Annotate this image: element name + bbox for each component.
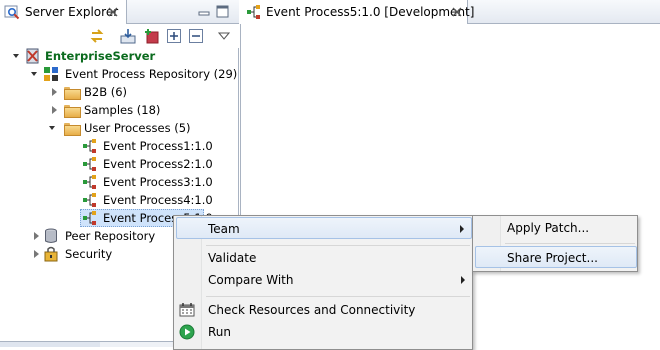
context-menu: Team Validate Compare With Check Resourc… (173, 215, 473, 350)
menu-item-label: Apply Patch... (507, 221, 590, 235)
menu-item-label: Compare With (208, 273, 294, 287)
menu-item-label: Validate (208, 251, 257, 265)
menu-item-compare-with[interactable]: Compare With (176, 269, 472, 291)
enterprise-server-label: EnterpriseServer (45, 49, 156, 63)
menu-item-label: Team (208, 222, 240, 236)
peer-repository-icon (45, 228, 57, 243)
event-process-icon (83, 175, 96, 189)
view-menu-icon[interactable] (218, 31, 230, 41)
submenu-arrow-icon (460, 225, 464, 233)
folder-icon (64, 105, 81, 118)
security-label: Security (65, 247, 113, 261)
event-process-icon (83, 193, 96, 207)
menu-item-label: Run (208, 325, 232, 339)
menu-item-check-resources[interactable]: Check Resources and Connectivity (176, 299, 472, 321)
menu-item-apply-patch[interactable]: Apply Patch... (475, 217, 637, 239)
expand-toggle-icon[interactable] (32, 245, 40, 263)
tab-event-process-editor[interactable]: Event Process5:1.0 [Development] (240, 0, 474, 24)
tree-item-event-process-2[interactable]: Event Process2:1.0 (0, 155, 239, 173)
expand-toggle-icon[interactable] (50, 101, 58, 119)
sync-icon[interactable] (89, 28, 105, 44)
tree-item-event-process-repository[interactable]: Event Process Repository (29) (0, 65, 239, 83)
expand-toggle-icon[interactable] (32, 227, 40, 245)
expand-toggle-icon[interactable] (12, 47, 20, 65)
tree-item-security[interactable]: Security (0, 245, 173, 263)
folder-icon (64, 123, 81, 136)
server-explorer-icon (4, 5, 20, 20)
event-process-icon (83, 157, 96, 171)
menu-separator (206, 245, 470, 246)
process-label: Event Process3:1.0 (103, 175, 213, 189)
expand-all-icon[interactable] (167, 29, 181, 43)
peer-repository-label: Peer Repository (65, 229, 156, 243)
menu-separator (206, 296, 470, 297)
team-submenu: Apply Patch... Share Project... (472, 215, 638, 272)
tab-server-explorer-label: Server Explorer (25, 5, 119, 19)
import-icon[interactable] (120, 28, 136, 44)
menu-item-run[interactable]: Run (176, 321, 472, 343)
tree-item-event-process-4[interactable]: Event Process4:1.0 (0, 191, 239, 209)
menu-item-validate[interactable]: Validate (176, 247, 472, 269)
new-project-icon[interactable] (143, 28, 159, 44)
tab-server-explorer[interactable]: Server Explorer (0, 0, 127, 24)
enterprise-server-icon (26, 48, 39, 64)
collapse-all-icon[interactable] (189, 29, 203, 43)
repository-label: Event Process Repository (29) (65, 67, 238, 81)
bottom-tab[interactable] (100, 341, 174, 347)
tree-item-folder-user-processes[interactable]: User Processes (5) (0, 119, 239, 137)
minimize-icon[interactable] (198, 6, 210, 18)
run-icon (179, 324, 195, 340)
menu-separator (505, 243, 635, 244)
expand-toggle-icon[interactable] (30, 65, 38, 83)
process-label: Event Process2:1.0 (103, 157, 213, 171)
check-resources-icon (179, 303, 195, 317)
menu-item-label: Check Resources and Connectivity (208, 303, 416, 317)
menu-item-share-project[interactable]: Share Project... (475, 246, 637, 268)
process-label: Event Process1:1.0 (103, 139, 213, 153)
process-label: Event Process4:1.0 (103, 193, 213, 207)
tree-item-folder-b2b[interactable]: B2B (6) (0, 83, 239, 101)
tree-item-event-process-1[interactable]: Event Process1:1.0 (0, 137, 239, 155)
folder-icon (64, 87, 81, 100)
expand-toggle-icon[interactable] (48, 119, 56, 137)
menu-item-label: Share Project... (507, 251, 598, 265)
event-process-icon (83, 139, 96, 153)
menu-item-team[interactable]: Team (176, 217, 472, 239)
folder-label: B2B (6) (84, 85, 128, 99)
maximize-icon[interactable] (216, 5, 229, 18)
tree-item-enterprise-server[interactable]: EnterpriseServer (0, 47, 239, 65)
close-icon[interactable] (108, 7, 118, 17)
tree-item-event-process-3[interactable]: Event Process3:1.0 (0, 173, 239, 191)
folder-label: Samples (18) (84, 103, 161, 117)
expand-toggle-icon[interactable] (50, 83, 58, 101)
bottom-tab-bar (0, 341, 100, 347)
event-process-icon (83, 211, 96, 225)
security-icon (44, 246, 58, 262)
event-process-icon (247, 5, 260, 19)
close-icon[interactable] (452, 7, 462, 17)
tree-item-peer-repository[interactable]: Peer Repository (0, 227, 173, 245)
folder-label: User Processes (5) (84, 121, 191, 135)
tree-item-folder-samples[interactable]: Samples (18) (0, 101, 239, 119)
submenu-arrow-icon (461, 276, 465, 284)
editor-tab-label: Event Process5:1.0 [Development] (266, 5, 475, 19)
repository-icon (44, 67, 58, 81)
